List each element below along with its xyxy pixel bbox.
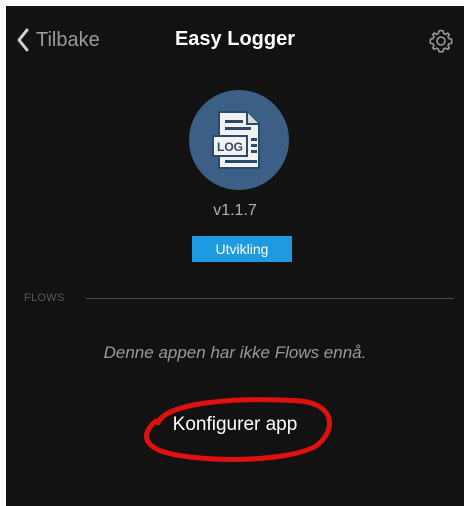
- page-title: Easy Logger: [174, 28, 296, 50]
- navbar: Tilbake Easy Logger: [6, 6, 464, 76]
- status-badge: Utvikling: [192, 236, 292, 262]
- app-version: v1.1.7: [213, 202, 257, 219]
- red-circle-annotation: [144, 397, 332, 462]
- app-icon: LOG: [189, 90, 289, 190]
- log-icon-text: LOG: [217, 140, 243, 154]
- flows-empty-message: Denne appen har ikke Flows ennå.: [103, 343, 367, 362]
- gear-icon[interactable]: [428, 28, 454, 54]
- app-screen: Tilbake Easy Logger LOG v1.1.7 Utvikling…: [6, 6, 464, 506]
- log-file-icon: LOG: [212, 111, 260, 169]
- section-divider: [86, 298, 454, 299]
- flows-section-label: FLOWS: [24, 292, 65, 304]
